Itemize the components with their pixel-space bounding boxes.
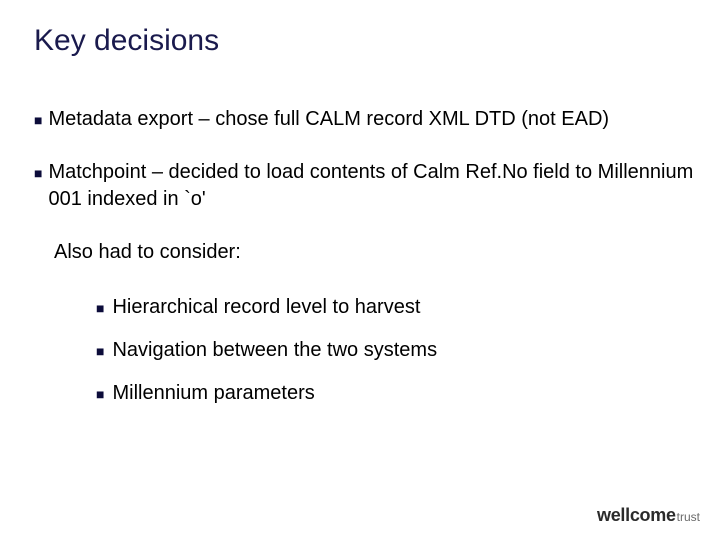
- sub-bullet-list: ■ Hierarchical record level to harvest ■…: [96, 294, 720, 407]
- logo-main-text: wellcome: [597, 505, 676, 526]
- square-bullet-icon: ■: [34, 111, 42, 130]
- square-bullet-icon: ■: [96, 342, 104, 361]
- consider-label: Also had to consider:: [54, 239, 720, 266]
- wellcome-trust-logo: wellcome trust: [597, 505, 700, 526]
- logo-sub-text: trust: [677, 510, 700, 524]
- sub-bullet-text: Millennium parameters: [112, 380, 314, 407]
- bullet-item: ■ Metadata export – chose full CALM reco…: [34, 106, 720, 133]
- square-bullet-icon: ■: [96, 299, 104, 318]
- slide: Key decisions ■ Metadata export – chose …: [0, 0, 720, 540]
- bullet-text: Metadata export – chose full CALM record…: [48, 106, 609, 133]
- square-bullet-icon: ■: [34, 164, 42, 183]
- page-title: Key decisions: [34, 24, 720, 58]
- square-bullet-icon: ■: [96, 385, 104, 404]
- bullet-text: Matchpoint – decided to load contents of…: [48, 159, 720, 213]
- sub-bullet-item: ■ Millennium parameters: [96, 380, 720, 407]
- bullet-item: ■ Matchpoint – decided to load contents …: [34, 159, 720, 213]
- sub-bullet-text: Navigation between the two systems: [112, 337, 437, 364]
- sub-bullet-item: ■ Navigation between the two systems: [96, 337, 720, 364]
- sub-bullet-text: Hierarchical record level to harvest: [112, 294, 420, 321]
- sub-bullet-item: ■ Hierarchical record level to harvest: [96, 294, 720, 321]
